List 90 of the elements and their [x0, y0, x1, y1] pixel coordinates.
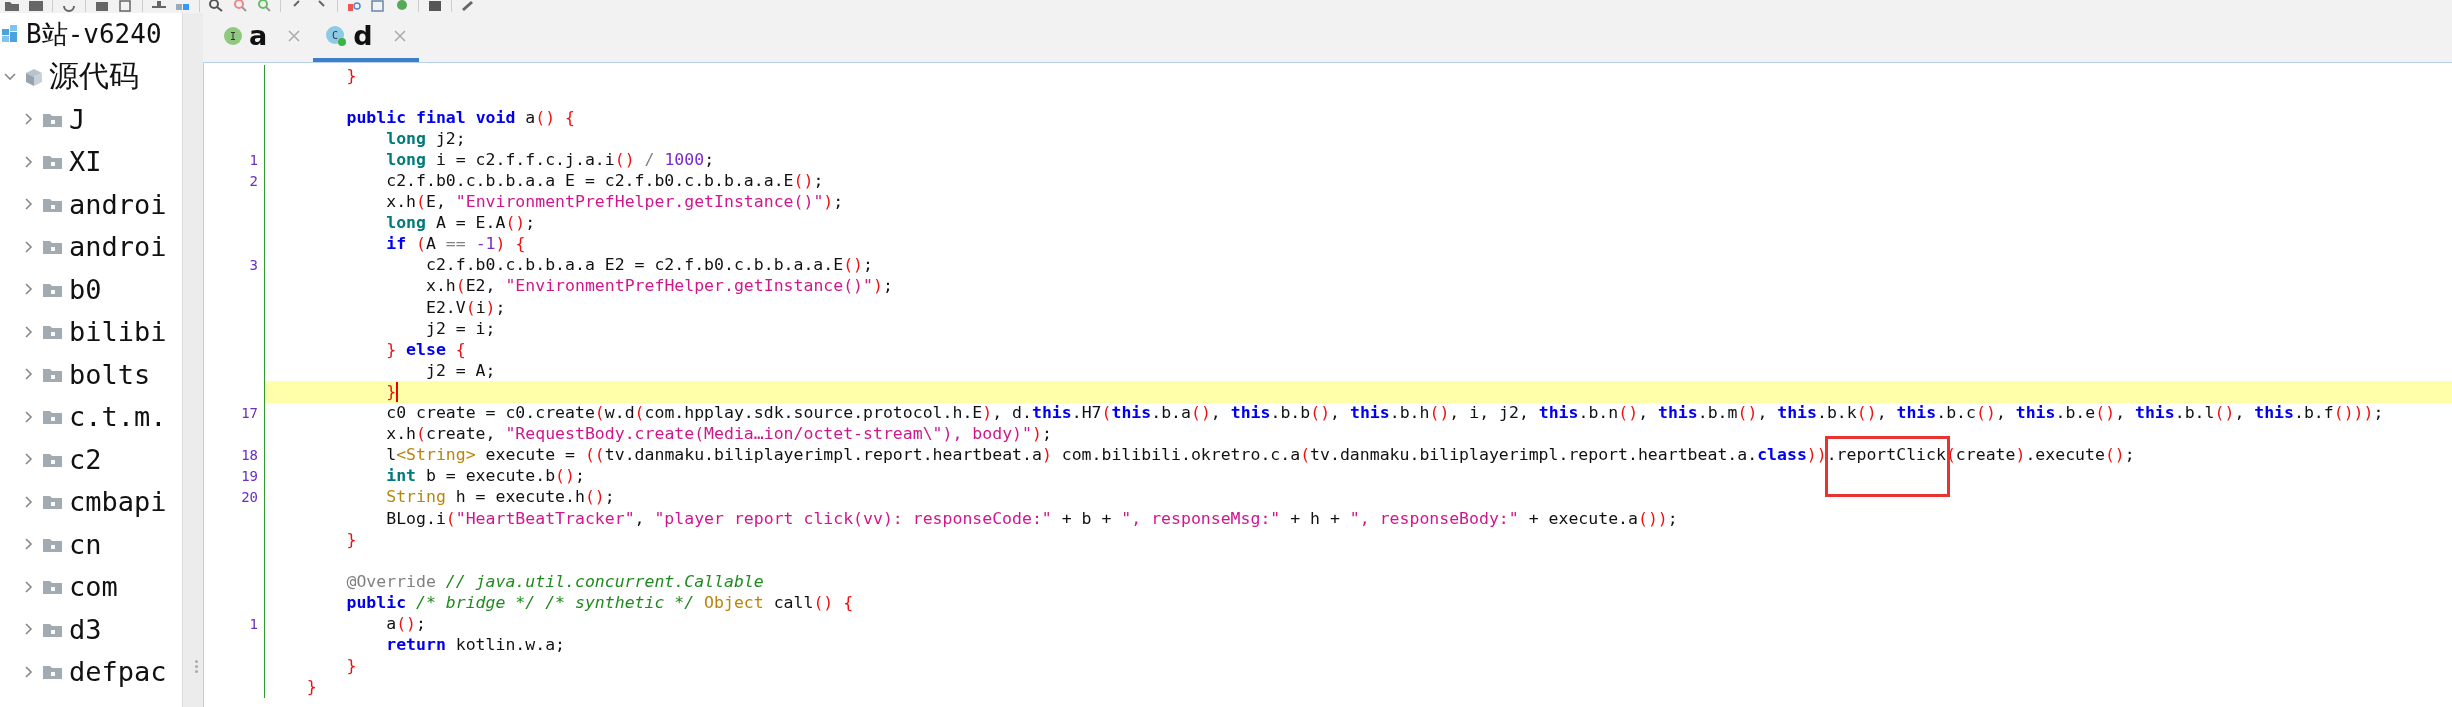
chevron-right-icon[interactable]: [24, 155, 33, 168]
line-number: 18: [241, 447, 258, 464]
folder-icon: [43, 664, 62, 680]
folder-icon: [43, 281, 62, 297]
package-item[interactable]: defpac: [69, 656, 167, 688]
cube-icon: [25, 67, 43, 86]
chevron-right-icon[interactable]: [24, 538, 33, 551]
resize-handle[interactable]: [195, 660, 198, 673]
code-line: } else {: [385, 339, 466, 360]
folder-icon: [43, 451, 62, 467]
line-number: 17: [241, 405, 258, 422]
package-item[interactable]: cmbapi: [69, 486, 167, 518]
code-line: public /* bridge */ /* synthetic */ Object call() {: [345, 592, 854, 613]
chevron-right-icon[interactable]: [24, 113, 33, 126]
chevron-right-icon[interactable]: [24, 453, 33, 466]
package-item[interactable]: androi: [69, 231, 167, 263]
code-line: c2.f.b0.c.b.b.a.a E = c2.f.b0.c.b.b.a.a.E();: [385, 171, 824, 191]
code-line: int b = execute.b();: [385, 466, 585, 487]
folder-icon: [43, 154, 62, 170]
folder-icon: [43, 196, 62, 212]
code-line: @Override // java.util.concurrent.Callable: [345, 571, 764, 592]
code-line: x.h(E, "EnvironmentPrefHelper.getInstance()");: [385, 192, 844, 213]
editor-tab[interactable]: C d: [313, 13, 419, 62]
editor-tab[interactable]: I a: [211, 13, 314, 62]
code-line: x.h(E2, "EnvironmentPrefHelper.getInstance()");: [424, 276, 893, 297]
chevron-down-icon[interactable]: [4, 70, 16, 83]
package-item[interactable]: d3: [69, 613, 102, 645]
module-icon: [2, 25, 20, 44]
code-line: E2.V(i);: [424, 297, 506, 318]
code-line: long A = E.A();: [385, 213, 536, 234]
code-line: BLog.i("HeartBeatTracker", "player report click(vv): responseCode:" + b + ", responseMsg:" + h + ", responseBody:" + execute.a());: [385, 508, 1678, 529]
code-line: c0 create = c0.create(w.d(com.hpplay.sdk.source.protocol.h.E), d.this.H7(this.b.a(), this.b.b(), this.b.h(), i, j2, this.b.n(), this.b.m(), this.b.k(), this.b.c(), this.b.e(), this.b.l(), this.b.f()));: [385, 403, 2384, 424]
package-item[interactable]: XI: [69, 146, 102, 178]
package-item[interactable]: J: [69, 103, 86, 135]
package-item[interactable]: b0: [69, 273, 102, 305]
line-number: 1: [249, 151, 258, 168]
folder-icon: [43, 111, 62, 127]
code-line: j2 = A;: [424, 360, 496, 381]
folder-icon: [43, 494, 62, 510]
chevron-right-icon[interactable]: [24, 410, 33, 423]
folder-icon: [43, 366, 62, 382]
line-number: 19: [241, 468, 258, 485]
chevron-right-icon[interactable]: [24, 198, 33, 211]
folder-icon: [43, 409, 62, 425]
package-item[interactable]: cn: [69, 528, 102, 560]
interface-icon: I: [223, 25, 243, 46]
package-item[interactable]: bilibi: [69, 316, 167, 348]
line-number: 2: [249, 173, 258, 189]
folder-icon: [43, 239, 62, 255]
code-line: j2 = i;: [424, 318, 496, 339]
package-item[interactable]: bolts: [69, 358, 151, 390]
chevron-right-icon[interactable]: [24, 368, 33, 381]
tree-item[interactable]: 源代码: [49, 56, 139, 98]
code-line: String h = execute.h();: [385, 487, 615, 508]
line-number: 20: [241, 489, 258, 506]
class-icon: C: [325, 24, 348, 47]
close-icon[interactable]: [392, 28, 407, 43]
chevron-right-icon[interactable]: [24, 665, 33, 678]
chevron-right-icon[interactable]: [24, 495, 33, 508]
code-line: }: [345, 656, 357, 677]
project-name[interactable]: B站-v6240: [26, 16, 162, 52]
folder-icon: [43, 324, 62, 340]
code-line: a();: [385, 614, 426, 634]
package-item[interactable]: com: [69, 571, 118, 603]
chevron-right-icon[interactable]: [24, 240, 33, 253]
close-icon[interactable]: [287, 28, 302, 43]
folder-icon: [43, 536, 62, 552]
folder-icon: [43, 621, 62, 637]
chevron-right-icon[interactable]: [24, 580, 33, 593]
chevron-right-icon[interactable]: [24, 623, 33, 636]
chevron-right-icon[interactable]: [24, 283, 33, 296]
code-line: }: [345, 65, 357, 86]
code-line: long j2;: [385, 128, 466, 149]
code-line: long i = c2.f.f.c.j.a.i() / 1000;: [385, 149, 715, 170]
code-line: c2.f.b0.c.b.b.a.a E2 = c2.f.b0.c.b.b.a.a.E();: [424, 255, 873, 276]
line-number: 3: [249, 257, 258, 274]
search-icon[interactable]: [208, 0, 224, 12]
code-line: public final void a() {: [345, 107, 575, 128]
chevron-right-icon[interactable]: [24, 325, 33, 338]
line-number: 1: [249, 616, 258, 632]
code-line: x.h(create, "RequestBody.create(Media…ion/octet-stream\"), body)");: [385, 424, 1052, 445]
package-item[interactable]: c.t.m.: [69, 401, 167, 433]
package-item[interactable]: androi: [69, 188, 167, 220]
package-item[interactable]: c2: [69, 443, 102, 475]
folder-icon: [43, 579, 62, 595]
code-line: return kotlin.w.a;: [385, 635, 566, 656]
code-line: }: [267, 381, 399, 402]
code-line: if (A == -1) {: [385, 234, 526, 255]
code-line: }: [345, 529, 357, 550]
code-line: }: [305, 677, 317, 698]
